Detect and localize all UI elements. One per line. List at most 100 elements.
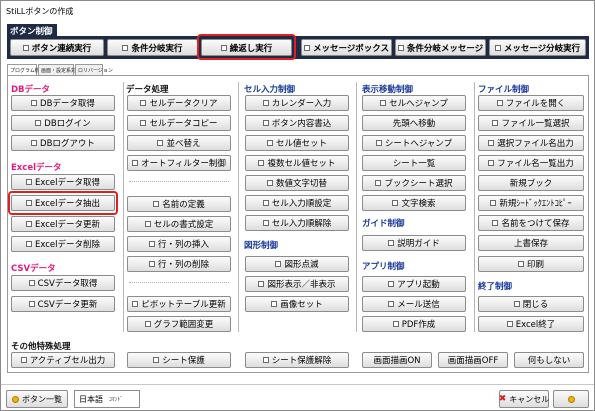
db-login-button[interactable]: DBログイン xyxy=(11,115,115,131)
calendar-input-button[interactable]: カレンダー入力 xyxy=(245,95,349,111)
excel-data-update-button[interactable]: Excelデータ更新 xyxy=(11,216,115,232)
row-col-insert-button[interactable]: 行・列の挿入 xyxy=(127,236,231,252)
move-to-top-button[interactable]: 先頭へ移動 xyxy=(362,115,466,131)
square-icon xyxy=(262,120,269,126)
file-list-select-button[interactable]: ファイル一覧選択 xyxy=(478,115,584,131)
excel-data-delete-button[interactable]: Excelデータ削除 xyxy=(11,236,115,252)
square-icon xyxy=(144,221,151,227)
square-icon xyxy=(266,140,273,146)
new-book-button[interactable]: 新規ブック xyxy=(478,175,584,191)
square-icon xyxy=(388,281,395,287)
square-icon xyxy=(517,261,524,267)
pdf-create-button[interactable]: PDF作成 xyxy=(362,316,466,332)
cell-input-order-release-button[interactable]: セル入力順解除 xyxy=(245,215,349,231)
cell-input-order-set-button[interactable]: セル入力順設定 xyxy=(245,195,349,211)
square-icon xyxy=(375,180,382,186)
close-button[interactable]: 閉じる xyxy=(478,296,584,312)
square-icon xyxy=(492,120,499,126)
conditional-message-button[interactable]: 条件分岐メッセージ xyxy=(395,39,486,56)
sheet-unprotect-button[interactable]: シート保護解除 xyxy=(245,352,349,368)
conditional-exec-button[interactable]: 条件分岐実行 xyxy=(107,39,198,56)
db-data-get-button[interactable]: DBデータ取得 xyxy=(11,95,115,111)
square-icon xyxy=(157,140,164,146)
app-window: StiLLボタンの作成 ボタン制御 ボタン連続実行 条件分岐実行 繰返し実行 メ… xyxy=(0,0,595,411)
shape-blink-button[interactable]: 図形点滅 xyxy=(245,256,349,272)
file-open-button[interactable]: ファイルを開く xyxy=(478,95,584,111)
cell-jump-button[interactable]: セルへジャンプ xyxy=(362,95,466,111)
row-col-delete-button[interactable]: 行・列の削除 xyxy=(127,256,231,272)
save-as-button[interactable]: 名前をつけて保存 xyxy=(478,215,584,231)
help-button[interactable] xyxy=(553,390,589,408)
db-logout-button[interactable]: DBログアウト xyxy=(11,135,115,151)
pivot-table-update-button[interactable]: ピボットテーブル更新 xyxy=(127,296,231,312)
cell-data-copy-button[interactable]: セルデータコピー xyxy=(127,115,231,131)
other-special-category: その他特殊処理 xyxy=(11,342,71,352)
selected-filename-output-button[interactable]: 選択ファイル名出力 xyxy=(478,135,584,151)
app-launch-button[interactable]: アプリ起動 xyxy=(362,276,466,292)
new-sheet-copy-button[interactable]: 新規ｼｰﾄﾞｯｸｴﾝﾄｺﾋﾟｰ xyxy=(478,195,584,211)
db-data-category: DBデータ xyxy=(11,85,51,95)
button-chain-exec-button[interactable]: ボタン連続実行 xyxy=(10,39,104,56)
square-icon xyxy=(375,140,382,146)
csv-data-update-button[interactable]: CSVデータ更新 xyxy=(11,296,115,312)
image-set-button[interactable]: 画像セット xyxy=(245,296,349,312)
button-list-button[interactable]: ボタン一覧 xyxy=(6,390,68,408)
square-icon xyxy=(380,100,387,106)
book-sheet-select-button[interactable]: ブックシート選択 xyxy=(362,175,466,191)
square-icon xyxy=(31,140,38,146)
overwrite-save-button[interactable]: 上書保存 xyxy=(478,235,584,251)
cell-data-clear-button[interactable]: セルデータクリア xyxy=(127,95,231,111)
cancel-button[interactable]: ✖ キャンセル xyxy=(499,390,549,408)
square-icon xyxy=(148,241,155,247)
excel-data-get-button[interactable]: Excelデータ取得 xyxy=(11,174,115,190)
square-icon xyxy=(492,220,499,226)
data-processing-category: データ処理 xyxy=(126,85,169,95)
sort-button[interactable]: 並べ替え xyxy=(127,135,231,151)
sheet-protect-button[interactable]: シート保護 xyxy=(127,352,231,368)
button-content-write-button[interactable]: ボタン内容書込 xyxy=(245,115,349,131)
square-icon xyxy=(303,44,310,51)
do-nothing-button[interactable]: 何もしない xyxy=(514,352,584,368)
square-icon xyxy=(490,200,497,206)
screen-update-on-button[interactable]: 画面描画ON xyxy=(362,352,432,368)
guide-control-category: ガイド制御 xyxy=(362,219,405,229)
chart-range-change-button[interactable]: グラフ範囲変更 xyxy=(127,316,231,332)
square-icon xyxy=(258,160,265,166)
excel-quit-button[interactable]: Excel終了 xyxy=(478,316,584,332)
active-cell-output-button[interactable]: アクティブセル出力 xyxy=(11,352,115,368)
mail-send-button[interactable]: メール送信 xyxy=(362,296,466,312)
sheet-list-button[interactable]: シート一覧 xyxy=(362,155,466,171)
message-branch-exec-button[interactable]: メッセージ分岐実行 xyxy=(489,39,586,56)
print-button[interactable]: 印刷 xyxy=(478,256,584,272)
language-selector[interactable]: 日本語 ｺﾏﾝﾄﾞ xyxy=(74,390,140,408)
column-divider xyxy=(123,82,124,332)
multi-cell-value-set-button[interactable]: 複数セル値セット xyxy=(245,155,349,171)
square-icon xyxy=(22,44,29,51)
square-icon xyxy=(132,301,139,307)
explanation-guide-button[interactable]: 説明ガイド xyxy=(362,235,466,251)
file-control-category: ファイル制御 xyxy=(478,85,530,95)
number-text-toggle-button[interactable]: 数値文字切替 xyxy=(245,175,349,191)
sheet-jump-button[interactable]: シートへジャンプ xyxy=(362,135,466,151)
square-icon xyxy=(275,261,282,267)
cell-value-set-button[interactable]: セル値セット xyxy=(245,135,349,151)
tab-version[interactable]: ロリバージョン xyxy=(75,64,113,75)
square-icon xyxy=(25,179,32,185)
square-icon xyxy=(266,180,273,186)
square-icon xyxy=(494,44,501,51)
square-icon xyxy=(506,321,513,327)
message-box-button[interactable]: メッセージボックス xyxy=(301,39,392,56)
text-search-button[interactable]: 文字検索 xyxy=(362,195,466,211)
excel-data-category: Excelデータ xyxy=(11,163,62,173)
square-icon xyxy=(153,357,160,363)
square-icon xyxy=(148,261,155,267)
define-name-button[interactable]: 名前の定義 xyxy=(127,196,231,212)
shape-show-hide-button[interactable]: 図形表示／非表示 xyxy=(245,276,349,292)
filename-list-output-button[interactable]: ファイル名一覧出力 xyxy=(478,155,584,171)
tab-screen-settings[interactable]: 画面・設定系対策 xyxy=(38,64,81,75)
screen-update-off-button[interactable]: 画面描画OFF xyxy=(438,352,508,368)
square-icon xyxy=(271,301,278,307)
csv-data-get-button[interactable]: CSVデータ取得 xyxy=(11,275,115,291)
autofilter-control-button[interactable]: オートフィルター制御 xyxy=(127,155,231,171)
cell-format-button[interactable]: セルの書式設定 xyxy=(127,216,231,232)
